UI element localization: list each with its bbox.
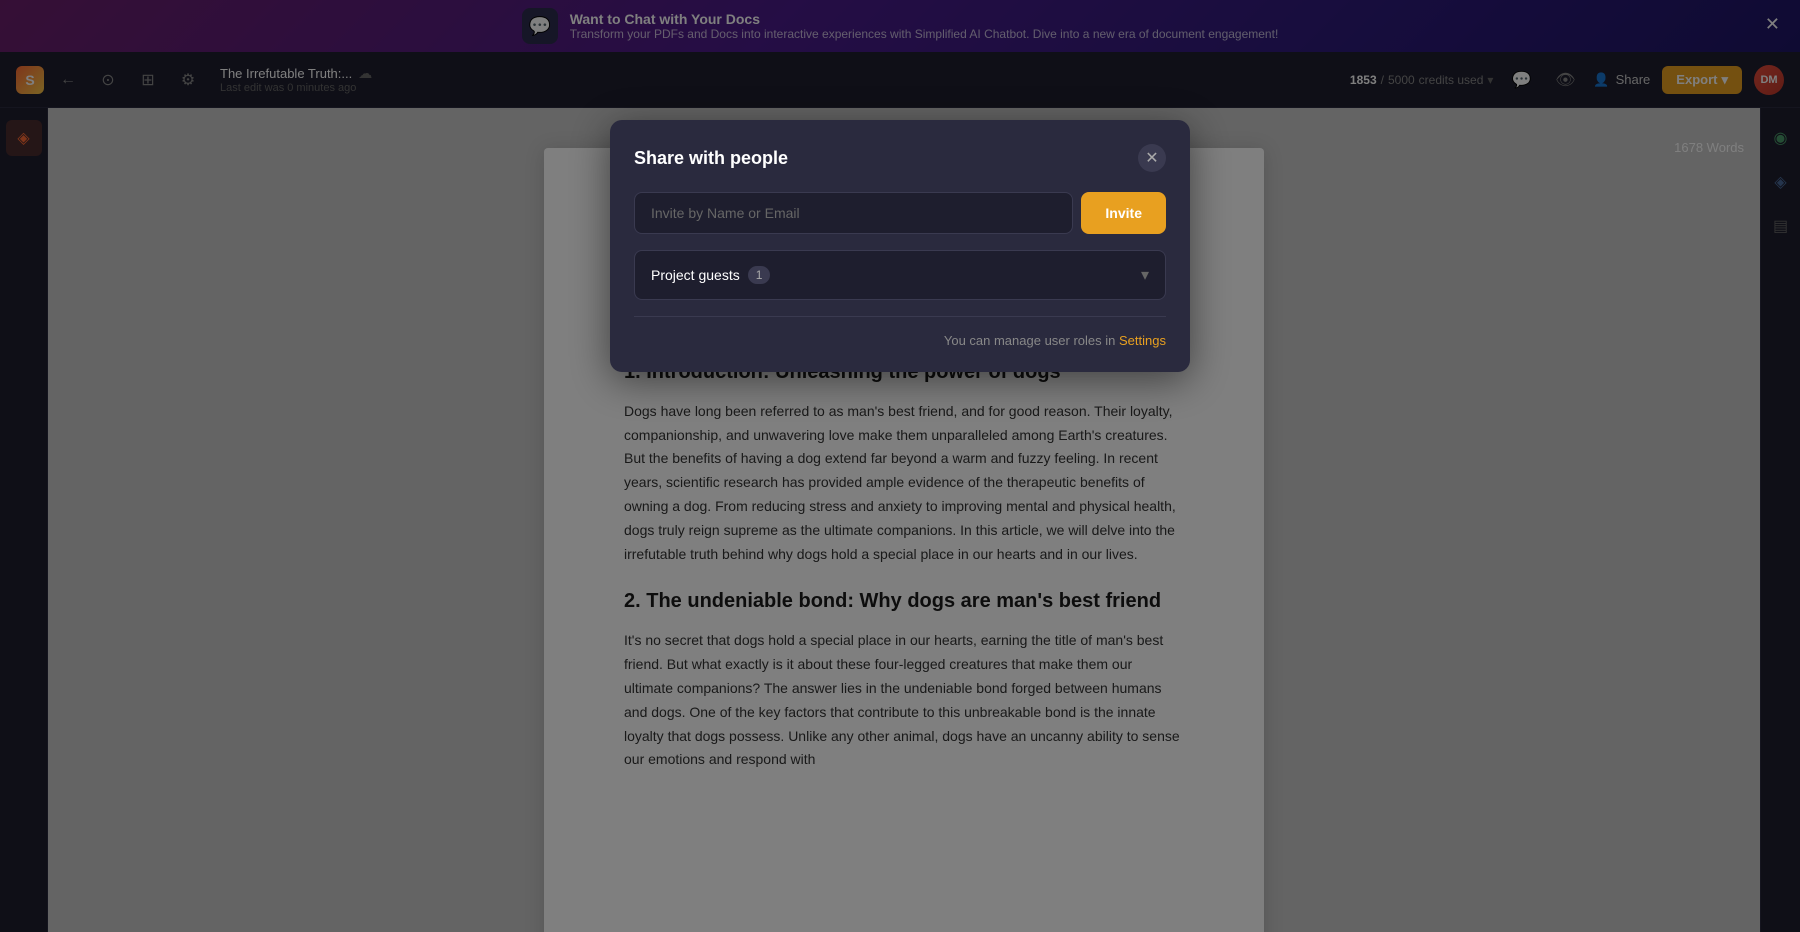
project-guests-row[interactable]: Project guests 1 ▾ bbox=[634, 250, 1166, 300]
modal-title: Share with people bbox=[634, 148, 788, 169]
invite-input[interactable] bbox=[634, 192, 1073, 234]
modal-overlay: Share with people ✕ Invite Project guest… bbox=[0, 0, 1800, 932]
settings-link[interactable]: Settings bbox=[1119, 333, 1166, 348]
modal-header: Share with people ✕ bbox=[634, 144, 1166, 172]
modal-divider bbox=[634, 316, 1166, 317]
project-guests-label: Project guests bbox=[651, 267, 740, 283]
invite-button[interactable]: Invite bbox=[1081, 192, 1166, 234]
guests-count-badge: 1 bbox=[748, 266, 771, 284]
modal-close-button[interactable]: ✕ bbox=[1138, 144, 1166, 172]
invite-row: Invite bbox=[634, 192, 1166, 234]
manage-roles-text: You can manage user roles in Settings bbox=[634, 333, 1166, 348]
share-modal: Share with people ✕ Invite Project guest… bbox=[610, 120, 1190, 372]
guests-chevron-icon: ▾ bbox=[1141, 265, 1149, 285]
project-guests-left: Project guests 1 bbox=[651, 266, 770, 284]
